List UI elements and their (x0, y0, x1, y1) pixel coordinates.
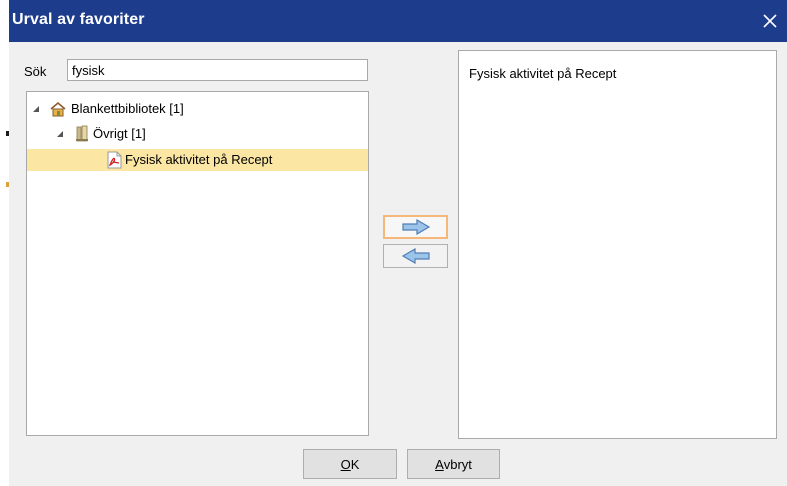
background-window-edge (0, 0, 9, 486)
pdf-document-icon (105, 151, 123, 169)
tree-node-label: Övrigt [1] (93, 126, 146, 141)
arrow-right-icon (401, 219, 430, 235)
tree-node-label: Fysisk aktivitet på Recept (125, 152, 273, 167)
dialog-title: Urval av favoriter (12, 11, 145, 28)
search-input[interactable] (67, 59, 368, 81)
cancel-label-rest: vbryt (443, 456, 472, 472)
cancel-mnemonic: A (435, 456, 444, 472)
library-house-icon (49, 100, 67, 118)
close-icon (763, 14, 777, 28)
ok-label-rest: K (350, 456, 360, 472)
favorites-dialog: Urval av favoriter Sök Blankettbibliotek… (9, 0, 787, 486)
expanded-triangle-icon[interactable] (56, 130, 64, 138)
expanded-triangle-icon[interactable] (32, 105, 40, 113)
cancel-button[interactable]: Avbryt (407, 449, 500, 479)
tree-node-label: Blankettbibliotek [1] (71, 101, 184, 116)
remove-from-favorites-button[interactable] (383, 244, 448, 268)
close-button[interactable] (753, 6, 787, 36)
arrow-left-icon (401, 248, 430, 264)
selected-favorites-list[interactable]: Fysisk aktivitet på Recept (458, 50, 777, 439)
title-bar: Urval av favoriter (9, 0, 787, 42)
search-label: Sök (24, 64, 47, 79)
ok-button[interactable]: OK (303, 449, 397, 479)
folder-icon (73, 125, 91, 143)
ok-mnemonic: O (340, 456, 351, 472)
list-item[interactable]: Fysisk aktivitet på Recept (469, 66, 616, 81)
tree-node-folder[interactable]: Övrigt [1] (27, 123, 368, 145)
library-tree[interactable]: Blankettbibliotek [1] Övrigt [1] Fysisk … (26, 91, 369, 436)
add-to-favorites-button[interactable] (383, 215, 448, 239)
tree-node-library[interactable]: Blankettbibliotek [1] (27, 98, 368, 120)
tree-node-document[interactable]: Fysisk aktivitet på Recept (27, 149, 368, 171)
